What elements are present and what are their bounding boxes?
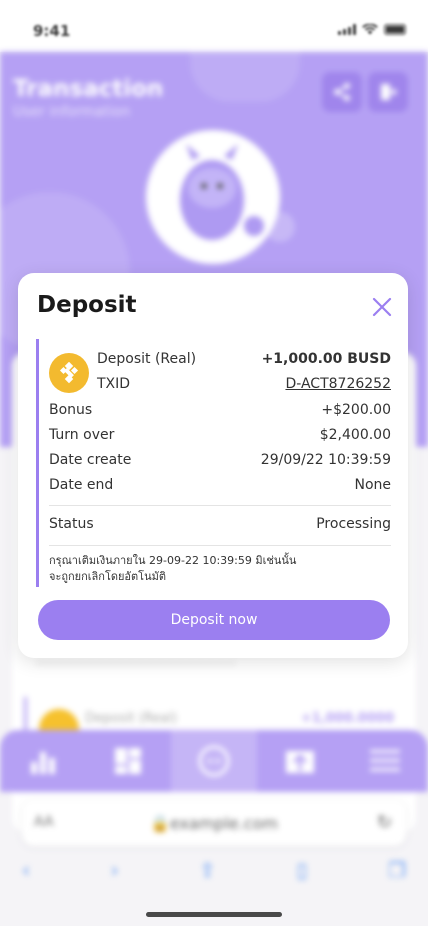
close-button[interactable]: [370, 295, 394, 319]
date-end-value: None: [354, 477, 391, 493]
bonus-value: +$200.00: [321, 402, 391, 418]
date-create-row: Date create 29/09/22 10:39:59: [49, 450, 391, 470]
busd-coin-icon: [49, 353, 89, 393]
divider: [49, 545, 391, 546]
date-end-label: Date end: [49, 477, 114, 493]
status-label: Status: [49, 516, 94, 532]
note-line-2: จะถูกยกเลิกโดยอัตโนมัติ: [49, 570, 167, 583]
bonus-label: Bonus: [49, 402, 93, 418]
deposit-note: กรุณาเติมเงินภายใน 29-09-22 10:39:59 มิเ…: [49, 553, 391, 585]
txid-label: TXID: [97, 376, 131, 392]
deposit-amount: +1,000.00 BUSD: [261, 351, 391, 367]
deposit-label: Deposit (Real): [97, 351, 197, 367]
close-icon: [372, 297, 392, 317]
modal-title: Deposit: [37, 292, 137, 318]
divider: [49, 505, 391, 506]
transaction-details: Deposit (Real) +1,000.00 BUSD TXID D-ACT…: [36, 339, 391, 587]
date-end-row: Date end None: [49, 475, 391, 495]
turnover-value: $2,400.00: [319, 427, 391, 443]
date-create-label: Date create: [49, 452, 132, 468]
txid-link[interactable]: D-ACT8726252: [285, 376, 391, 392]
date-create-value: 29/09/22 10:39:59: [260, 452, 391, 468]
bonus-row: Bonus +$200.00: [49, 400, 391, 420]
status-value: Processing: [316, 516, 391, 532]
deposit-now-button[interactable]: Deposit now: [38, 600, 390, 640]
txid-row: TXID D-ACT8726252: [97, 374, 391, 394]
note-line-1: กรุณาเติมเงินภายใน 29-09-22 10:39:59 มิเ…: [49, 554, 297, 567]
turnover-label: Turn over: [49, 427, 115, 443]
deposit-row: Deposit (Real) +1,000.00 BUSD: [97, 349, 391, 369]
turnover-row: Turn over $2,400.00: [49, 425, 391, 445]
status-row: Status Processing: [49, 514, 391, 534]
deposit-modal: Deposit Deposit (Real) +1,000.00 BUSD TX…: [18, 273, 408, 658]
